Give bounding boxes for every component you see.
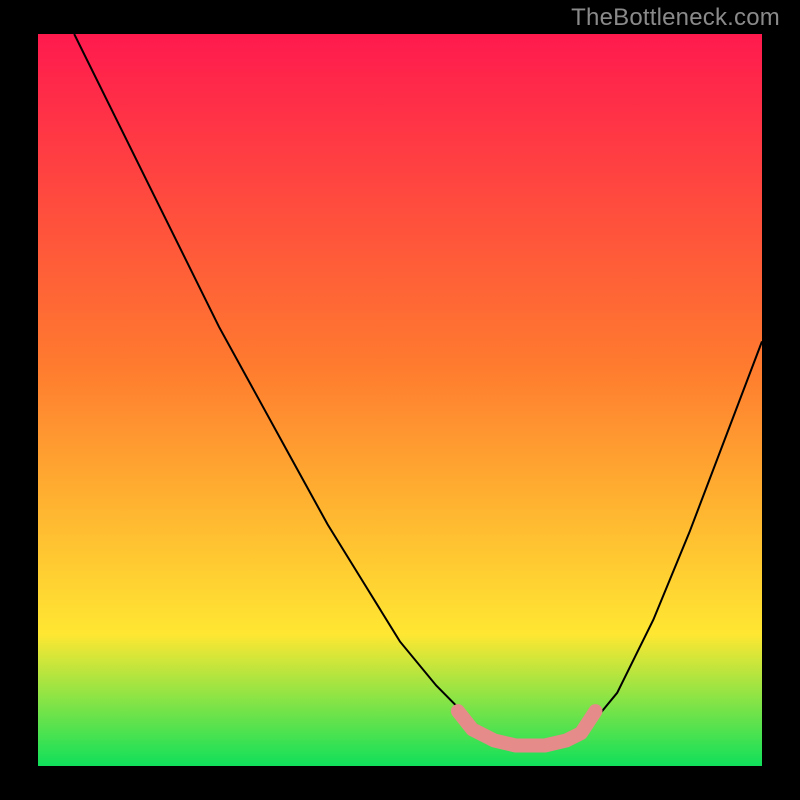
bottleneck-chart	[38, 34, 762, 766]
chart-frame	[38, 34, 762, 766]
gradient-backdrop	[38, 34, 762, 766]
watermark-text: TheBottleneck.com	[571, 4, 780, 32]
